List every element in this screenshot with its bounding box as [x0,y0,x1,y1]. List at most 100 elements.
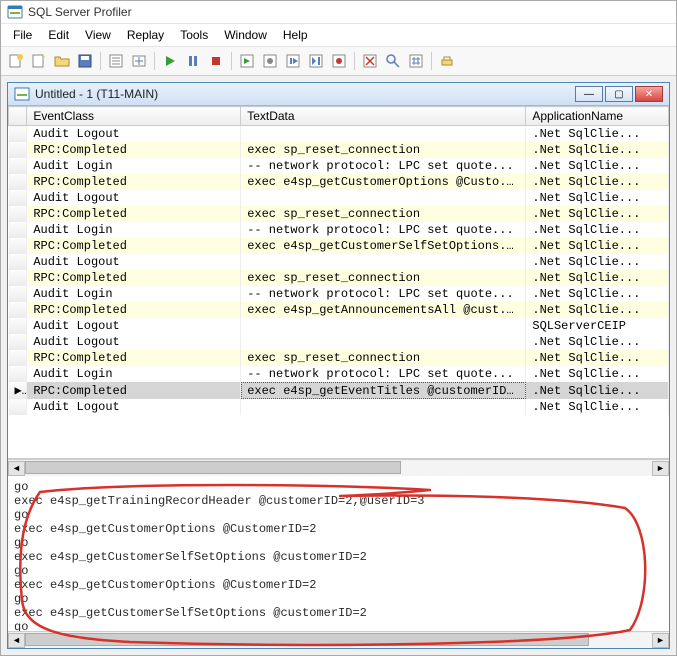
cell-applicationname[interactable]: .Net SqlClie... [526,222,669,238]
cell-eventclass[interactable]: Audit Logout [27,318,241,334]
cell-textdata[interactable]: -- network protocol: LPC set quote... [241,222,526,238]
cell-eventclass[interactable]: RPC:Completed [27,238,241,254]
row-selector[interactable] [9,399,27,415]
cell-applicationname[interactable]: SQLServerCEIP [526,318,669,334]
cell-applicationname[interactable]: .Net SqlClie... [526,334,669,350]
stop-button[interactable] [205,50,227,72]
minimize-button[interactable]: — [575,86,603,102]
breakpoint-button[interactable] [328,50,350,72]
open-button[interactable] [51,50,73,72]
cell-applicationname[interactable]: .Net SqlClie... [526,190,669,206]
menu-edit[interactable]: Edit [40,26,77,44]
table-row[interactable]: Audit Logout .Net SqlClie... [9,399,669,415]
scroll-track[interactable] [25,633,652,648]
row-selector[interactable] [9,366,27,382]
cell-textdata[interactable]: exec sp_reset_connection [241,142,526,158]
table-row[interactable]: Audit Logout .Net SqlClie... [9,254,669,270]
cell-applicationname[interactable]: .Net SqlClie... [526,286,669,302]
cell-applicationname[interactable]: .Net SqlClie... [526,399,669,415]
table-row[interactable]: RPC:Completedexec sp_reset_connection.Ne… [9,142,669,158]
cell-textdata[interactable]: -- network protocol: LPC set quote... [241,366,526,382]
menu-tools[interactable]: Tools [172,26,216,44]
table-row[interactable]: Audit Login-- network protocol: LPC set … [9,222,669,238]
cell-eventclass[interactable]: RPC:Completed [27,206,241,222]
cell-applicationname[interactable]: .Net SqlClie... [526,366,669,382]
scroll-right-button[interactable]: ► [652,633,669,648]
cell-eventclass[interactable]: RPC:Completed [27,382,241,399]
table-row[interactable]: Audit Login-- network protocol: LPC set … [9,158,669,174]
row-selector[interactable] [9,238,27,254]
cell-eventclass[interactable]: RPC:Completed [27,142,241,158]
row-selector[interactable] [9,286,27,302]
pause-button[interactable] [182,50,204,72]
table-row[interactable]: Audit Logout SQLServerCEIP [9,318,669,334]
scroll-right-button[interactable]: ► [652,461,669,476]
cell-textdata[interactable] [241,399,526,415]
row-selector[interactable] [9,158,27,174]
row-selector[interactable] [9,206,27,222]
cell-textdata[interactable]: exec sp_reset_connection [241,206,526,222]
cell-textdata[interactable] [241,190,526,206]
replay-settings-button[interactable] [259,50,281,72]
cell-textdata[interactable]: -- network protocol: LPC set quote... [241,158,526,174]
row-selector[interactable] [9,334,27,350]
cell-eventclass[interactable]: Audit Logout [27,126,241,143]
cell-applicationname[interactable]: .Net SqlClie... [526,126,669,143]
cell-textdata[interactable]: exec e4sp_getCustomerOptions @Custo... [241,174,526,190]
find-button[interactable] [382,50,404,72]
cell-applicationname[interactable]: .Net SqlClie... [526,382,669,399]
new-template-button[interactable] [28,50,50,72]
cell-applicationname[interactable]: .Net SqlClie... [526,270,669,286]
cell-applicationname[interactable]: .Net SqlClie... [526,350,669,366]
cell-applicationname[interactable]: .Net SqlClie... [526,174,669,190]
cell-eventclass[interactable]: Audit Login [27,222,241,238]
cell-eventclass[interactable]: Audit Logout [27,254,241,270]
scroll-left-button[interactable]: ◄ [8,633,25,648]
row-selector[interactable] [9,254,27,270]
save-button[interactable] [74,50,96,72]
cell-eventclass[interactable]: RPC:Completed [27,350,241,366]
scroll-track[interactable] [25,461,652,476]
cell-textdata[interactable]: exec e4sp_getCustomerSelfSetOptions... [241,238,526,254]
trace-title-bar[interactable]: Untitled - 1 (T11-MAIN) — ▢ ✕ [8,83,669,106]
replay-start-button[interactable] [236,50,258,72]
row-selector[interactable] [9,270,27,286]
row-selector[interactable] [9,302,27,318]
cell-textdata[interactable] [241,254,526,270]
run-to-cursor-button[interactable] [305,50,327,72]
cell-textdata[interactable]: -- network protocol: LPC set quote... [241,286,526,302]
cell-eventclass[interactable]: Audit Login [27,286,241,302]
row-selector[interactable] [9,190,27,206]
cell-eventclass[interactable]: RPC:Completed [27,302,241,318]
detail-pane[interactable]: go exec e4sp_getTrainingRecordHeader @cu… [8,476,669,631]
cell-textdata[interactable]: exec e4sp_getAnnouncementsAll @cust... [241,302,526,318]
cell-eventclass[interactable]: Audit Logout [27,190,241,206]
clear-button[interactable] [359,50,381,72]
new-trace-button[interactable] [5,50,27,72]
column-header-textdata[interactable]: TextData [241,107,526,126]
row-selector[interactable] [9,126,27,143]
cell-applicationname[interactable]: .Net SqlClie... [526,254,669,270]
event-grid-wrap[interactable]: EventClass TextData ApplicationName Audi… [8,106,669,459]
close-button[interactable]: ✕ [635,86,663,102]
menu-window[interactable]: Window [216,26,275,44]
cell-eventclass[interactable]: Audit Logout [27,399,241,415]
detail-horizontal-scrollbar[interactable]: ◄ ► [8,631,669,648]
cell-textdata[interactable]: exec sp_reset_connection [241,270,526,286]
table-row[interactable]: RPC:Completedexec sp_reset_connection.Ne… [9,350,669,366]
cell-textdata[interactable] [241,334,526,350]
cell-eventclass[interactable]: Audit Logout [27,334,241,350]
table-row[interactable]: ▶RPC:Completedexec e4sp_getEventTitles @… [9,382,669,399]
cell-eventclass[interactable]: RPC:Completed [27,270,241,286]
cell-textdata[interactable]: exec sp_reset_connection [241,350,526,366]
menu-view[interactable]: View [77,26,119,44]
grid-horizontal-scrollbar[interactable]: ◄ ► [8,459,669,476]
properties-button[interactable] [105,50,127,72]
scroll-thumb[interactable] [25,633,589,646]
extract-button[interactable] [128,50,150,72]
maximize-button[interactable]: ▢ [605,86,633,102]
scroll-left-button[interactable]: ◄ [8,461,25,476]
table-row[interactable]: RPC:Completedexec e4sp_getAnnouncementsA… [9,302,669,318]
table-row[interactable]: Audit Login-- network protocol: LPC set … [9,366,669,382]
scroll-thumb[interactable] [25,461,401,474]
